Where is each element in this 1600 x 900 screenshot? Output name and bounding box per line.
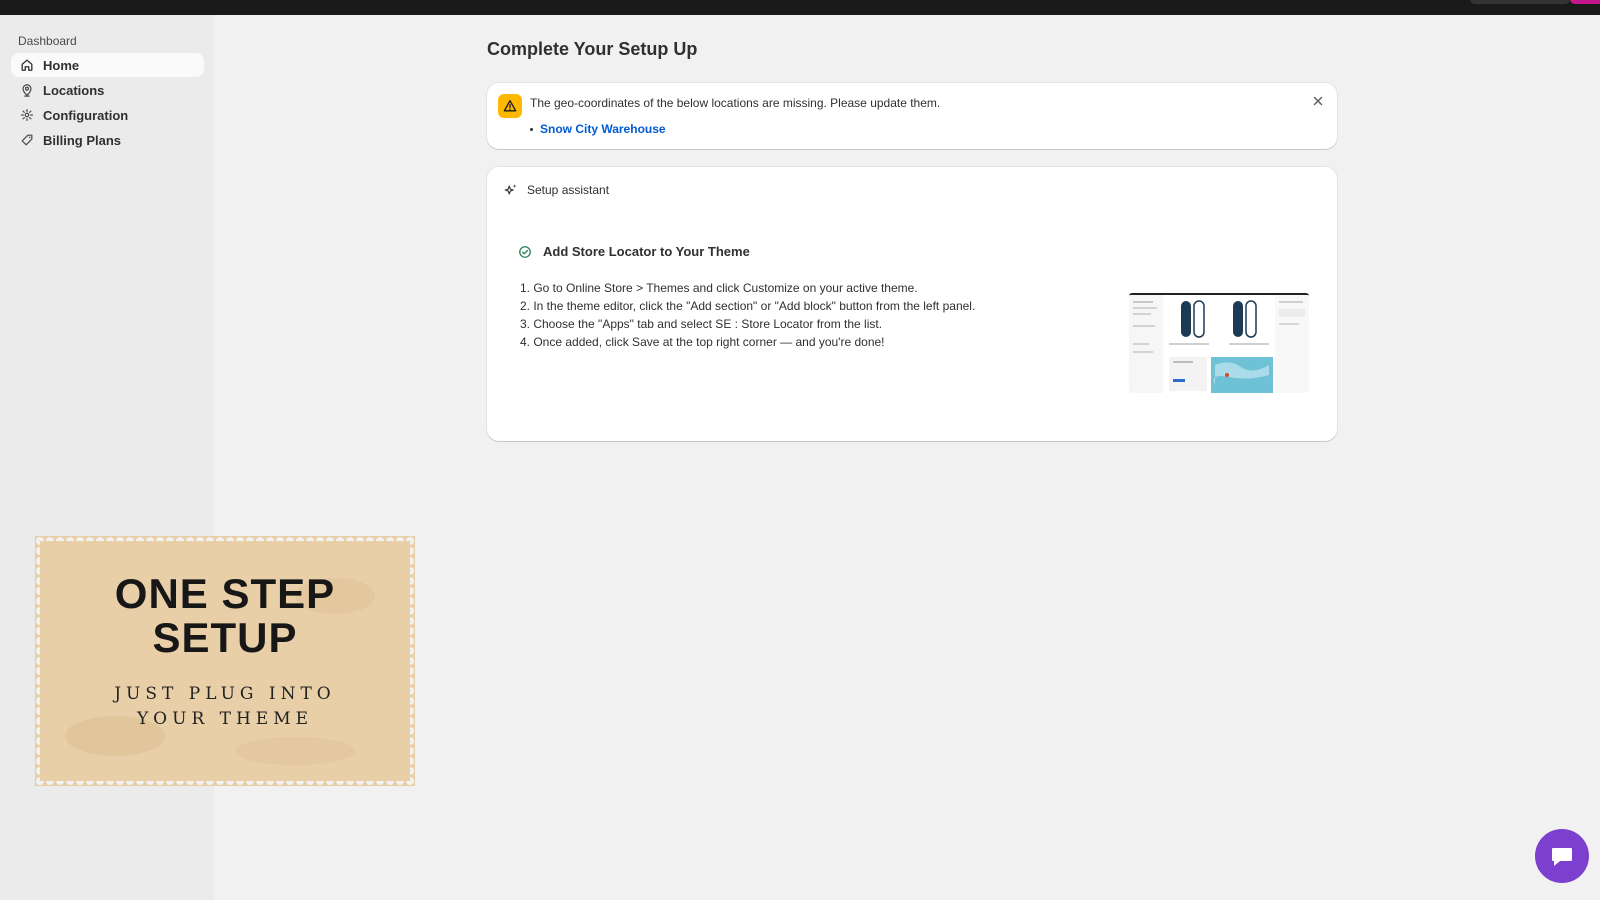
account-avatar[interactable] [1570, 0, 1600, 4]
app-name-pill[interactable] [1470, 0, 1570, 4]
sidebar-nav: Home Locations Configuration Billing Pla… [11, 53, 204, 153]
setup-assistant-card: Setup assistant Add Store Locator to You… [487, 167, 1337, 441]
map-pin-icon [20, 83, 34, 97]
theme-editor-preview-image [1129, 293, 1309, 393]
sidebar-item-locations[interactable]: Locations [11, 78, 204, 102]
sidebar-item-label: Configuration [43, 107, 129, 123]
chat-button[interactable] [1535, 829, 1589, 883]
promo-tagline: JUST PLUG INTO YOUR THEME [114, 684, 336, 729]
step-title-label: Add Store Locator to Your Theme [543, 244, 750, 259]
sidebar-section-label: Dashboard [18, 34, 77, 48]
missing-location-item: Snow City Warehouse [530, 122, 666, 136]
gear-icon [20, 108, 34, 122]
warning-message: The geo-coordinates of the below locatio… [530, 96, 941, 110]
sidebar-item-configuration[interactable]: Configuration [11, 103, 204, 127]
step-title[interactable]: Add Store Locator to Your Theme [518, 244, 750, 259]
list-item: 1. Go to Online Store > Themes and click… [520, 281, 918, 295]
home-icon [20, 58, 34, 72]
instruction-list: 1. Go to Online Store > Themes and click… [520, 279, 975, 351]
setup-assistant-title: Setup assistant [527, 183, 610, 197]
sidebar-item-label: Locations [43, 82, 105, 98]
bullet [530, 127, 533, 131]
promo-headline: ONE STEP SETUP [35, 572, 415, 660]
sidebar-item-label: Billing Plans [43, 132, 122, 148]
sidebar-item-home[interactable]: Home [11, 53, 204, 77]
top-bar [0, 0, 1600, 15]
list-item: 2. In the theme editor, click the "Add s… [520, 299, 976, 313]
setup-assistant-header: Setup assistant [504, 183, 609, 197]
check-circle-icon [519, 245, 531, 258]
sidebar-item-label: Home [43, 57, 80, 73]
sparkle-icon [504, 184, 517, 195]
promo-headline-line1: ONE STEP [114, 570, 336, 617]
list-item: 3. Choose the "Apps" tab and select SE :… [520, 317, 883, 331]
sidebar-item-billing-plans[interactable]: Billing Plans [11, 128, 204, 152]
promo-stamp: ONE STEP SETUP JUST PLUG INTO YOUR THEME [35, 536, 415, 786]
page-title: Complete Your Setup Up [487, 39, 698, 59]
location-link[interactable]: Snow City Warehouse [540, 122, 666, 136]
tag-icon [20, 133, 34, 147]
close-icon[interactable] [1311, 94, 1325, 108]
promo-headline-line2: SETUP [152, 614, 298, 661]
chat-bubble-icon [1552, 848, 1572, 866]
warning-icon [498, 94, 522, 118]
warning-banner: The geo-coordinates of the below locatio… [487, 83, 1337, 149]
list-item: 4. Once added, click Save at the top rig… [520, 335, 885, 349]
